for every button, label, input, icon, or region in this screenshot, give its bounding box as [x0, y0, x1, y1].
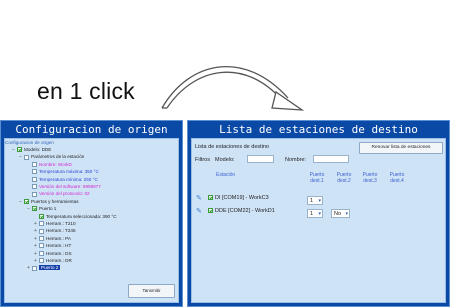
tree-item-label: Puerto 1	[39, 206, 57, 212]
tree-item[interactable]: Versión del protocolo: 02	[26, 190, 90, 197]
tree-checkbox[interactable]	[39, 250, 44, 256]
tree-item-label: Herram.: DR	[46, 258, 72, 263]
tree-checkbox[interactable]	[39, 243, 44, 249]
dest1-select[interactable]: 1 ▾	[307, 196, 323, 205]
tree-checkbox[interactable]	[39, 221, 44, 227]
station-checkbox[interactable]	[208, 195, 213, 201]
tree-item-label: Herram.: HT	[46, 243, 72, 249]
station-config-icon[interactable]: ✎	[196, 195, 203, 202]
tree-checkbox[interactable]	[39, 213, 44, 219]
station-list-label: Lista de estaciones de destino	[195, 144, 269, 150]
dest1-select[interactable]: 1 ▾	[307, 209, 323, 218]
collapse-icon[interactable]: −	[11, 147, 16, 154]
chevron-down-icon: ▾	[345, 211, 348, 217]
tree-checkbox[interactable]	[32, 162, 37, 168]
tree-item[interactable]: Temperatura mínima: 250 °C	[26, 176, 98, 183]
chevron-down-icon: ▾	[318, 211, 321, 217]
tree-item-label: Herram.: DS	[46, 250, 72, 256]
tree-item-label: Temperatura seleccionada: 390 °C	[46, 213, 117, 219]
collapse-icon[interactable]: −	[18, 199, 23, 206]
tree-checkbox[interactable]	[32, 265, 37, 271]
tree-item-label: Modelo: DDE	[24, 147, 52, 152]
destination-panel: Lista de estaciones de destino Renovar l…	[191, 138, 446, 303]
source-config-title: Configuracion de origen	[15, 123, 168, 136]
tree-checkbox[interactable]	[32, 206, 37, 212]
collapse-icon[interactable]: −	[26, 206, 31, 213]
tree-item-label: Temperatura mínima: 250 °C	[39, 176, 98, 182]
tree-item[interactable]: Nombre: WorkD	[26, 161, 72, 168]
tree-checkbox[interactable]	[39, 258, 44, 264]
tree-item-label: Puertos y herramientas	[31, 198, 79, 204]
tree-item-label: Nombre: WorkD	[39, 161, 72, 167]
transmit-button[interactable]: Tansmitir	[128, 284, 175, 298]
tree-item-label: Versión del protocolo: 02	[39, 191, 90, 197]
tree-checkbox[interactable]	[32, 176, 37, 182]
station-name: DDE [COM22] - WorkD1	[215, 208, 275, 214]
column-header-dest1: Puerto dest.1	[309, 172, 325, 184]
dest2-select[interactable]: No ▾	[331, 209, 350, 218]
renew-station-list-button[interactable]: Renovar lista de estaciones	[359, 142, 443, 154]
station-checkbox[interactable]	[208, 208, 213, 214]
tree-item[interactable]: Versión del software: 9999977	[26, 183, 101, 190]
station-config-icon[interactable]: ✎	[196, 208, 203, 215]
column-header-dest4: Puerto dest.4	[389, 172, 405, 184]
destination-list-window: Lista de estaciones de destino Lista de …	[187, 120, 450, 307]
tree-item-label: Puerto 2	[39, 265, 61, 271]
model-filter-input[interactable]	[247, 155, 274, 163]
chevron-down-icon: ▾	[318, 198, 321, 204]
tree-item-label: Versión del software: 9999977	[39, 184, 101, 189]
station-row[interactable]: DDE [COM22] - WorkD1	[208, 208, 275, 218]
station-name: DI [COM19] - WorkC3	[215, 195, 269, 201]
source-config-panel: Configuracion de origen − Modelo: DDE − Par…	[4, 138, 179, 303]
column-header-dest3: Puerto dest.3	[362, 172, 378, 184]
curved-arrow	[161, 66, 305, 111]
config-tree: Configuracion de origen − Modelo: DDE − Par…	[5, 139, 178, 280]
tree-checkbox[interactable]	[24, 154, 29, 160]
collapse-icon[interactable]: −	[18, 154, 23, 161]
tree-checkbox[interactable]	[39, 236, 44, 242]
headline: en 1 click	[37, 78, 135, 104]
tree-item-label: Parámetros de la estación	[31, 154, 85, 160]
tree-item-label: Herram.: PA	[46, 235, 71, 241]
name-filter-input[interactable]	[313, 155, 349, 163]
name-label: Nombre:	[285, 157, 307, 163]
tree-checkbox[interactable]	[32, 184, 37, 190]
column-header-dest2: Puerto dest.2	[336, 172, 352, 184]
tree-checkbox[interactable]	[17, 147, 22, 153]
column-header-station: Estación	[216, 172, 236, 178]
tree-checkbox[interactable]	[32, 191, 37, 197]
source-config-window: Configuracion de origen Configuracion de…	[0, 120, 183, 307]
tree-item[interactable]: + Puerto 2	[26, 264, 61, 272]
model-label: Modelo:	[215, 157, 235, 163]
tree-item-label: Temperatura máxima: 350 °C	[39, 169, 99, 175]
tree-checkbox[interactable]	[32, 169, 37, 175]
tree-item-label: Herram.: T210	[46, 221, 76, 226]
tree-item-label: Herram.: T245	[46, 228, 76, 234]
expand-icon[interactable]: +	[26, 265, 31, 272]
tree-item[interactable]: Temperatura máxima: 350 °C	[26, 168, 99, 175]
destination-list-title: Lista de estaciones de destino	[219, 123, 418, 136]
tree-checkbox[interactable]	[39, 228, 44, 234]
tree-checkbox[interactable]	[24, 199, 29, 205]
station-row[interactable]: DI [COM19] - WorkC3	[208, 195, 269, 205]
filters-label: Filtros	[195, 157, 210, 163]
tree-item[interactable]: Temperatura seleccionada: 390 °C	[33, 213, 117, 220]
